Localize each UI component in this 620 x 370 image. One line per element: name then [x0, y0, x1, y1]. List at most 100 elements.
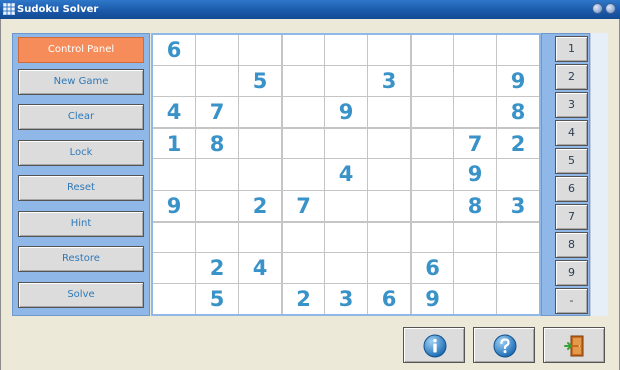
board-cell[interactable]: 5: [196, 283, 238, 314]
board-cell[interactable]: [325, 66, 367, 97]
board-cell[interactable]: [153, 221, 195, 252]
board-cell[interactable]: 3: [497, 190, 539, 221]
board-cell[interactable]: [454, 97, 496, 128]
board-cell[interactable]: [454, 283, 496, 314]
number-button-2[interactable]: 2: [555, 64, 588, 90]
board-cell[interactable]: [153, 283, 195, 314]
board-cell[interactable]: [239, 159, 281, 190]
board-cell[interactable]: 9: [497, 66, 539, 97]
exit-button[interactable]: [543, 327, 605, 363]
board-cell[interactable]: 6: [153, 35, 195, 66]
board-cell[interactable]: [239, 283, 281, 314]
board-cell[interactable]: [239, 97, 281, 128]
number-button-6[interactable]: 6: [555, 176, 588, 202]
board-cell[interactable]: [282, 128, 324, 159]
board-cell[interactable]: [239, 128, 281, 159]
board-cell[interactable]: [411, 221, 453, 252]
board-cell[interactable]: 2: [282, 283, 324, 314]
board-cell[interactable]: 8: [454, 190, 496, 221]
board-cell[interactable]: [411, 97, 453, 128]
board-cell[interactable]: [368, 221, 410, 252]
board-cell[interactable]: [196, 221, 238, 252]
board-cell[interactable]: [497, 159, 539, 190]
board-cell[interactable]: 2: [239, 190, 281, 221]
board-cell[interactable]: 4: [153, 97, 195, 128]
board-cell[interactable]: [411, 66, 453, 97]
board-cell[interactable]: 8: [497, 97, 539, 128]
board-cell[interactable]: 3: [368, 66, 410, 97]
board-cell[interactable]: 5: [239, 66, 281, 97]
board-cell[interactable]: [239, 221, 281, 252]
number-button-7[interactable]: 7: [555, 204, 588, 230]
board-cell[interactable]: 6: [368, 283, 410, 314]
number-button-1[interactable]: 1: [555, 36, 588, 62]
board-cell[interactable]: [196, 190, 238, 221]
hint-button[interactable]: Hint: [18, 211, 144, 237]
reset-button[interactable]: Reset: [18, 175, 144, 201]
number-button-8[interactable]: 8: [555, 232, 588, 258]
board-cell[interactable]: [368, 97, 410, 128]
board-cell[interactable]: [368, 190, 410, 221]
number-button-3[interactable]: 3: [555, 92, 588, 118]
board-cell[interactable]: [454, 35, 496, 66]
board-cell[interactable]: [282, 221, 324, 252]
help-button[interactable]: [473, 327, 535, 363]
board-cell[interactable]: [282, 252, 324, 283]
board-cell[interactable]: 9: [153, 190, 195, 221]
board-cell[interactable]: [411, 159, 453, 190]
clear-button[interactable]: Clear: [18, 104, 144, 130]
board-cell[interactable]: [368, 159, 410, 190]
board-cell[interactable]: [196, 35, 238, 66]
board-cell[interactable]: [411, 190, 453, 221]
number-button-4[interactable]: 4: [555, 120, 588, 146]
board-cell[interactable]: 9: [454, 159, 496, 190]
board-cell[interactable]: 2: [497, 128, 539, 159]
close-button[interactable]: [605, 3, 616, 14]
board-cell[interactable]: [153, 252, 195, 283]
board-cell[interactable]: [497, 283, 539, 314]
board-cell[interactable]: [325, 190, 367, 221]
board-cell[interactable]: [325, 252, 367, 283]
board-cell[interactable]: [497, 252, 539, 283]
board-cell[interactable]: [454, 252, 496, 283]
board-cell[interactable]: [497, 221, 539, 252]
board-cell[interactable]: [368, 128, 410, 159]
erase-button[interactable]: -: [555, 288, 588, 314]
board-cell[interactable]: [325, 128, 367, 159]
board-cell[interactable]: [282, 159, 324, 190]
board-cell[interactable]: [497, 35, 539, 66]
board-cell[interactable]: [282, 97, 324, 128]
board-cell[interactable]: 4: [325, 159, 367, 190]
board-cell[interactable]: [239, 35, 281, 66]
board-cell[interactable]: [282, 35, 324, 66]
board-cell[interactable]: [368, 35, 410, 66]
board-cell[interactable]: [196, 159, 238, 190]
board-cell[interactable]: [411, 35, 453, 66]
board-cell[interactable]: [153, 66, 195, 97]
board-cell[interactable]: 9: [325, 97, 367, 128]
lock-button[interactable]: Lock: [18, 140, 144, 166]
board-cell[interactable]: 9: [411, 283, 453, 314]
board-cell[interactable]: [325, 35, 367, 66]
board-cell[interactable]: 6: [411, 252, 453, 283]
new-game-button[interactable]: New Game: [18, 69, 144, 95]
title-bar[interactable]: Sudoku Solver: [0, 0, 620, 19]
board-cell[interactable]: [454, 221, 496, 252]
info-button[interactable]: [403, 327, 465, 363]
board-cell[interactable]: 7: [282, 190, 324, 221]
solve-button[interactable]: Solve: [18, 282, 144, 308]
number-button-9[interactable]: 9: [555, 260, 588, 286]
board-cell[interactable]: 7: [454, 128, 496, 159]
board-cell[interactable]: 1: [153, 128, 195, 159]
board-cell[interactable]: 4: [239, 252, 281, 283]
board-cell[interactable]: 7: [196, 97, 238, 128]
board-cell[interactable]: [325, 221, 367, 252]
board-cell[interactable]: 3: [325, 283, 367, 314]
board-cell[interactable]: [368, 252, 410, 283]
board-cell[interactable]: [153, 159, 195, 190]
board-cell[interactable]: [196, 66, 238, 97]
board-cell[interactable]: 8: [196, 128, 238, 159]
board-cell[interactable]: 2: [196, 252, 238, 283]
board-cell[interactable]: [282, 66, 324, 97]
number-button-5[interactable]: 5: [555, 148, 588, 174]
